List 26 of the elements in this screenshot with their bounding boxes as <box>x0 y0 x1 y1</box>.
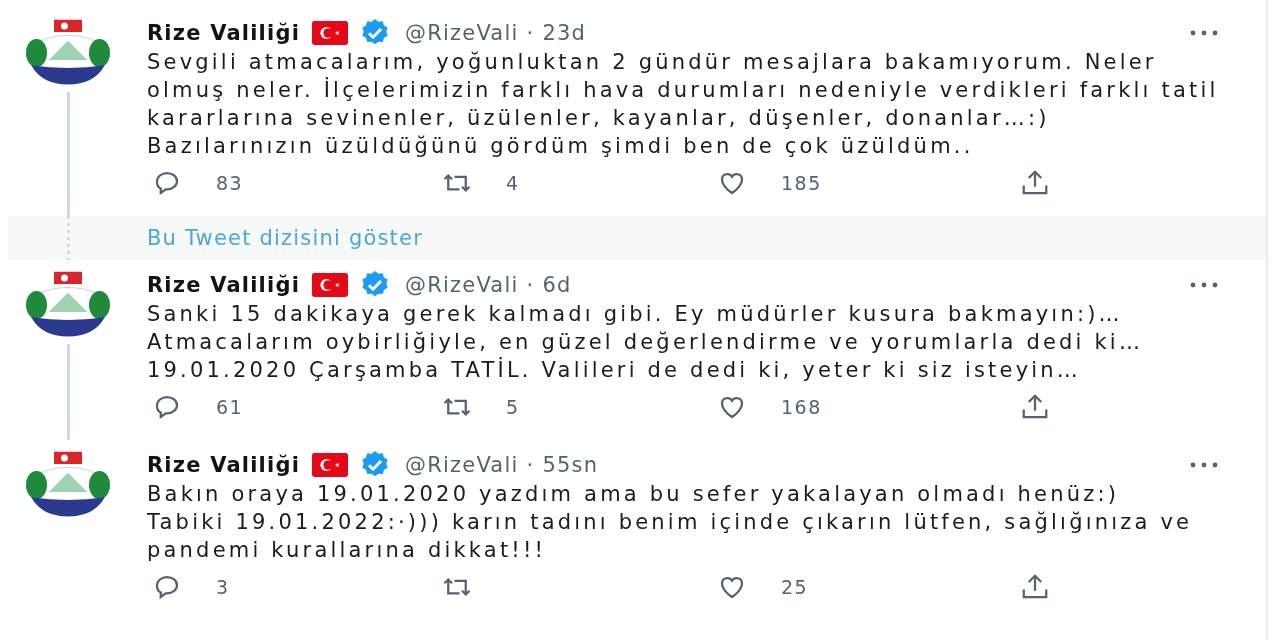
author-name[interactable]: Rize Valiliği <box>147 453 301 477</box>
flag-icon <box>310 273 351 297</box>
handle-text[interactable]: @RizeVali <box>405 453 519 477</box>
like-count: 168 <box>781 396 822 418</box>
retweet-count: 4 <box>506 172 520 194</box>
retweet-count: 5 <box>506 396 520 418</box>
timestamp[interactable]: 55sn <box>542 453 599 477</box>
handle-text[interactable]: @RizeVali <box>405 273 519 297</box>
handle-text[interactable]: @RizeVali <box>405 21 519 45</box>
separator-dot: · <box>526 21 535 45</box>
timestamp[interactable]: 6d <box>542 273 572 297</box>
separator-dot: · <box>526 453 535 477</box>
tweet-text: Bakın oraya 19.01.2020 yazdım ama bu sefer yakalayan olmadı henüz:) Tabiki 19.01.2022:·))) karın tadını benim içinde çıkarın lütfen, sağlığınıza ve pandemi kurallarına dikkat!!! <box>147 481 1194 564</box>
reply-count: 3 <box>216 576 230 598</box>
flag-icon <box>310 21 351 45</box>
flag-icon <box>310 453 351 477</box>
tweet-text: Sanki 15 dakikaya gerek kalmadı gibi. Ey müdürler kusura bakmayın:)… Atmacalarım oybirliğiyle, en güzel değerlendirme ve yorumlarla dedi ki… 19.01.2020 Çarşamba TATİL. Valileri de dedi ki, yeter ki siz isteyin… <box>147 301 1145 384</box>
author-name[interactable]: Rize Valiliği <box>147 21 301 45</box>
author-name[interactable]: Rize Valiliği <box>147 273 301 297</box>
separator-dot: · <box>526 273 535 297</box>
reply-count: 61 <box>216 396 244 418</box>
timestamp[interactable]: 23d <box>542 21 587 45</box>
like-count: 185 <box>781 172 822 194</box>
tweet-text: Sevgili atmacalarım, yoğunluktan 2 gündür mesajlara bakamıyorum. Neler olmuş neler. İlçelerimizin farklı hava durumları nedeniyle verdikleri farklı tatil kararlarına sevinenler, üzülenler, kayanlar, düşenler, donanlar…:) Bazılarınızın üzüldüğünü gördüm şimdi ben de çok üzüldüm.. <box>147 49 1220 160</box>
like-count: 25 <box>781 576 809 598</box>
reply-count: 83 <box>216 172 244 194</box>
